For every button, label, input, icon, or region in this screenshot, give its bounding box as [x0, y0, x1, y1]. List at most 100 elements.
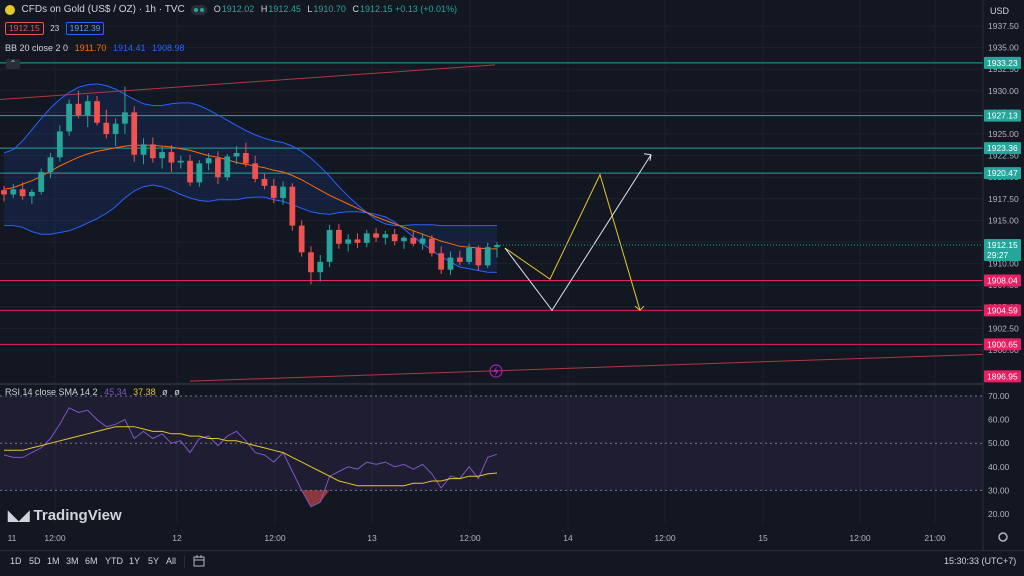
range-1m[interactable]: 1M: [47, 556, 60, 566]
level-label-text: 1927.13: [987, 111, 1018, 121]
range-all[interactable]: All: [166, 556, 176, 566]
candle-body: [1, 190, 7, 195]
range-5d[interactable]: 5D: [29, 556, 41, 566]
candle-body: [410, 237, 417, 244]
bb-basis-value: 1911.70: [74, 43, 107, 53]
chart-canvas[interactable]: 1937.501935.001932.501930.001927.501925.…: [0, 0, 1024, 576]
market-status-icon[interactable]: [191, 4, 208, 15]
candle-body: [382, 234, 389, 238]
time-tick-label: 12:00: [654, 533, 676, 543]
level-label-text: 1900.65: [987, 339, 1018, 349]
candle-body: [233, 153, 240, 157]
tradingview-logo-mark: ◣◢: [8, 507, 30, 523]
time-tick-label: 12:00: [459, 533, 481, 543]
candle-body: [19, 189, 26, 197]
bid-ask: 1912.15 23 1912.39: [5, 22, 108, 35]
upper-trendline: [0, 64, 496, 100]
candle-body: [429, 238, 435, 254]
spread: 23: [50, 24, 60, 33]
time-tick-label: 21:00: [924, 533, 946, 543]
candle-body: [187, 160, 193, 183]
candle-body: [373, 233, 379, 238]
rsi-extra-1: ø: [162, 387, 168, 397]
time-tick-label: 12:00: [44, 533, 66, 543]
rsi-tick-label: 40.00: [988, 462, 1010, 472]
candle-body: [317, 261, 324, 273]
date-range-icon[interactable]: [193, 555, 205, 569]
rsi-legend[interactable]: RSI 14 close SMA 14 2 45.34 37.38 ø ø: [5, 387, 184, 398]
rsi-title: RSI 14 close SMA 14 2: [5, 387, 98, 397]
time-tick-label: 12:00: [264, 533, 286, 543]
candle-body: [261, 178, 268, 186]
ohlc-close-key: C: [352, 4, 359, 14]
buy-button[interactable]: 1912.39: [65, 22, 105, 35]
bb-title: BB 20 close 2 0: [5, 43, 69, 53]
candle-body: [103, 122, 110, 134]
tradingview-logo-text: TradingView: [33, 507, 122, 524]
candle-body: [354, 239, 361, 243]
price-tick-label: 1930.00: [988, 86, 1019, 96]
candle-body: [484, 247, 491, 266]
countdown-text: 29:27: [987, 250, 1009, 260]
clock[interactable]: 15:30:33 (UTC+7): [944, 556, 1016, 566]
rsi-value: 45.34: [104, 387, 127, 397]
candle-body: [447, 257, 454, 270]
range-1y[interactable]: 1Y: [129, 556, 140, 566]
rsi-axis[interactable]: 70.00 60.00 50.00 40.00 30.00 20.00: [988, 391, 1010, 519]
rsi-tick-label: 30.00: [988, 485, 1010, 495]
candle-body: [75, 103, 82, 115]
lower-trendline: [189, 353, 984, 382]
range-3m[interactable]: 3M: [66, 556, 79, 566]
candle-body: [456, 257, 463, 262]
projection-white: [504, 154, 652, 312]
time-tick-label: 11: [8, 533, 17, 543]
symbol-icon[interactable]: [5, 4, 15, 15]
candle-body: [289, 186, 296, 226]
level-label-text: 1920.47: [987, 168, 1018, 178]
level-label-text: 1896.95: [987, 371, 1018, 381]
range-ytd[interactable]: YTD: [105, 556, 123, 566]
range-5y[interactable]: 5Y: [148, 556, 159, 566]
candle-body: [149, 144, 156, 159]
bb-upper-value: 1914.41: [112, 43, 146, 53]
candle-body: [84, 101, 91, 115]
candle-body: [438, 253, 445, 270]
time-tick-label: 15: [758, 533, 768, 543]
candle-body: [66, 103, 72, 132]
rsi-tick-label: 60.00: [988, 415, 1010, 425]
symbol-title[interactable]: CFDs on Gold (US$ / OZ) · 1h · TVC: [22, 4, 185, 15]
candle-body: [335, 229, 342, 244]
price-tick-label: 1915.00: [988, 215, 1019, 225]
candle-body: [159, 152, 166, 159]
time-tick-label: 14: [563, 533, 573, 543]
collapse-legend-icon[interactable]: ⌃: [6, 59, 20, 69]
level-label-text: 1908.04: [987, 276, 1018, 286]
bb-legend[interactable]: BB 20 close 2 0 1911.70 1914.41 1908.98: [5, 43, 189, 54]
ohlc-low-key: L: [307, 4, 313, 14]
currency-label[interactable]: USD: [990, 6, 1009, 16]
time-tick-label: 12: [172, 533, 182, 543]
bb-lower-value: 1908.98: [152, 43, 185, 53]
ohlc-close-value: 1912.15 +0.13 (+0.01%): [359, 4, 458, 14]
candle-body: [122, 112, 128, 124]
candle-body: [177, 160, 184, 163]
time-tick-label: 12:00: [849, 533, 871, 543]
price-tick-label: 1917.50: [988, 194, 1019, 204]
price-tick-label: 1935.00: [988, 43, 1019, 53]
time-axis[interactable]: 11 12:00 12 12:00 13 12:00 14 12:00 15 12:00 21:00: [8, 533, 946, 543]
candle-body: [326, 229, 333, 262]
toolbar-divider: [184, 556, 185, 568]
level-label-text: 1933.23: [987, 58, 1018, 68]
candle-body: [475, 248, 482, 266]
range-6m[interactable]: 6M: [85, 556, 98, 566]
tradingview-logo[interactable]: ◣◢ TradingView: [8, 507, 122, 524]
range-1d[interactable]: 1D: [10, 556, 22, 566]
time-tick-label: 13: [367, 533, 377, 543]
level-label-text: 1923.36: [987, 143, 1018, 153]
gear-icon[interactable]: [998, 532, 1008, 542]
candle-body: [131, 112, 138, 155]
candle-body: [29, 191, 35, 197]
sell-button[interactable]: 1912.15: [5, 22, 44, 35]
rsi-pane: [0, 395, 983, 508]
rsi-tick-label: 70.00: [988, 391, 1010, 401]
